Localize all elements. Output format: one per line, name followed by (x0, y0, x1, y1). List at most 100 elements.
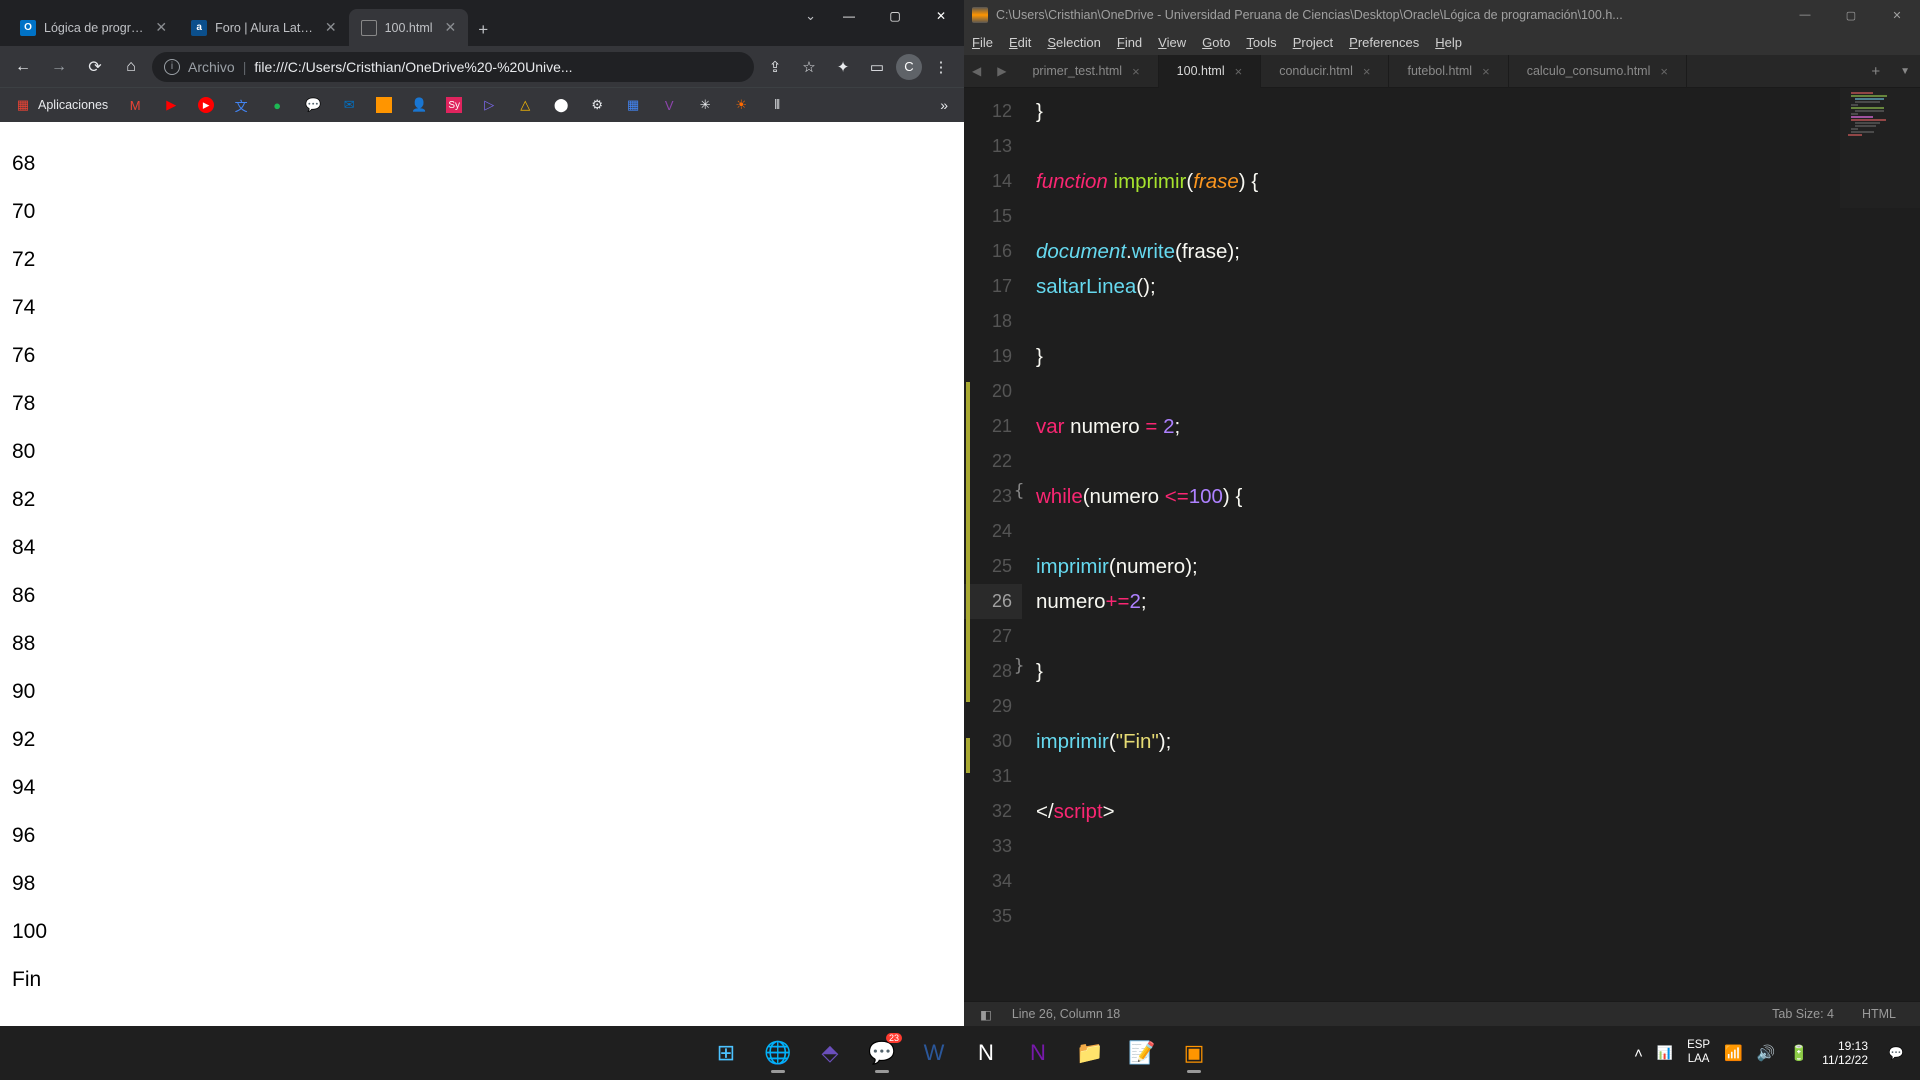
address-bar[interactable]: i Archivo | file:///C:/Users/Cristhian/O… (152, 52, 754, 82)
bookmark-youtube[interactable]: ▶ (156, 92, 186, 118)
editor-tab[interactable]: 100.html× (1159, 55, 1262, 88)
chrome-tab[interactable]: 100.html✕ (349, 9, 469, 46)
code-line[interactable] (1036, 864, 1920, 899)
back-button[interactable]: ← (8, 52, 38, 82)
home-button[interactable]: ⌂ (116, 52, 146, 82)
line-gutter[interactable]: 1213141516171819202122232425262728293031… (964, 88, 1022, 1001)
menu-help[interactable]: Help (1435, 35, 1462, 50)
tab-history-forward[interactable]: ▶ (989, 64, 1014, 78)
line-number[interactable]: 35 (964, 899, 1012, 934)
page-content[interactable]: 6668707274767880828486889092949698100Fin (0, 122, 964, 1026)
bookmark-settings-icon[interactable]: ⚙ (582, 92, 612, 118)
taskbar-explorer[interactable]: 📁 (1068, 1031, 1112, 1075)
menu-project[interactable]: Project (1293, 35, 1333, 50)
code-line[interactable]: </script> (1036, 794, 1920, 829)
bookmark-grid-icon[interactable]: ▦ (618, 92, 648, 118)
bookmark-github[interactable]: ⬤ (546, 92, 576, 118)
chrome-tab[interactable]: aForo | Alura Lat…✕ (179, 9, 348, 46)
bookmark-outlook[interactable]: ✉ (334, 92, 364, 118)
line-number[interactable]: 29 (964, 689, 1012, 724)
chrome-tab[interactable]: OLógica de progr…✕ (8, 9, 179, 46)
menu-view[interactable]: View (1158, 35, 1186, 50)
code-line[interactable]: saltarLinea(); (1036, 269, 1920, 304)
bookmark-play-icon[interactable]: ▷ (474, 92, 504, 118)
line-number[interactable]: 25 (964, 549, 1012, 584)
clock[interactable]: 19:1311/12/22 (1822, 1039, 1868, 1068)
code-line[interactable]: } (1036, 654, 1920, 689)
taskbar-whatsapp[interactable]: 💬23 (860, 1031, 904, 1075)
taskbar-notepad[interactable]: 📝 (1120, 1031, 1164, 1075)
taskbar-chrome[interactable]: 🌐 (756, 1031, 800, 1075)
bookmark-translate[interactable]: 文 (226, 92, 256, 118)
bookmark-barcode-icon[interactable]: ⦀ (762, 92, 792, 118)
sidebar-toggle-icon[interactable]: ◧ (974, 1007, 998, 1022)
code-line[interactable]: function imprimir(frase) { (1036, 164, 1920, 199)
bookmark-gmail[interactable]: M (120, 92, 150, 118)
sublime-close[interactable]: ✕ (1874, 0, 1920, 30)
line-number[interactable]: 32 (964, 794, 1012, 829)
taskbar-word[interactable]: W (912, 1031, 956, 1075)
code-line[interactable]: document.write(frase); (1036, 234, 1920, 269)
code-line[interactable] (1036, 304, 1920, 339)
volume-icon[interactable]: 🔊 (1757, 1044, 1776, 1062)
line-number[interactable]: 34 (964, 864, 1012, 899)
editor-area[interactable]: 1213141516171819202122232425262728293031… (964, 88, 1920, 1001)
bookmark-spotify[interactable]: ● (262, 92, 292, 118)
maximize-button[interactable]: ▢ (872, 0, 918, 32)
taskbar-notion[interactable]: N (964, 1031, 1008, 1075)
menu-selection[interactable]: Selection (1047, 35, 1100, 50)
tab-search-button[interactable]: ⌄ (805, 8, 816, 24)
bookmark-star-icon[interactable]: ✳ (690, 92, 720, 118)
line-number[interactable]: 28 (964, 654, 1012, 689)
editor-tab[interactable]: calculo_consumo.html× (1509, 55, 1687, 88)
code-line[interactable] (1036, 199, 1920, 234)
tab-close-icon[interactable]: ✕ (155, 19, 167, 36)
code-line[interactable]: numero+=2; (1036, 584, 1920, 619)
tab-close-icon[interactable]: × (1132, 64, 1140, 79)
minimap[interactable] (1840, 88, 1920, 208)
tray-overflow-icon[interactable]: ˄ (1634, 1045, 1643, 1062)
bookmark-drive[interactable]: △ (510, 92, 540, 118)
line-number[interactable]: 20 (964, 374, 1012, 409)
tab-close-icon[interactable]: × (1482, 64, 1490, 79)
editor-tab[interactable]: conducir.html× (1261, 55, 1389, 88)
tab-history-back[interactable]: ◀ (964, 64, 989, 78)
new-tab-button[interactable]: + (468, 14, 498, 46)
tab-close-icon[interactable]: ✕ (325, 19, 337, 36)
menu-edit[interactable]: Edit (1009, 35, 1031, 50)
line-number[interactable]: 30 (964, 724, 1012, 759)
line-number[interactable]: 22 (964, 444, 1012, 479)
tab-close-icon[interactable]: × (1363, 64, 1371, 79)
line-number[interactable]: 24 (964, 514, 1012, 549)
tab-close-icon[interactable]: × (1235, 64, 1243, 79)
sublime-tab-dropdown[interactable]: ▼ (1890, 66, 1920, 77)
extensions-icon[interactable]: ✦ (828, 52, 858, 82)
sublime-maximize[interactable]: ▢ (1828, 0, 1874, 30)
reload-button[interactable]: ⟳ (80, 52, 110, 82)
code-line[interactable] (1036, 514, 1920, 549)
share-icon[interactable]: ⇪ (760, 52, 790, 82)
bookmark-ytmusic[interactable]: ▸ (192, 93, 220, 117)
start-button[interactable]: ⊞ (704, 1031, 748, 1075)
wifi-icon[interactable]: 📶 (1724, 1044, 1743, 1062)
apps-button[interactable]: ▦ Aplicaciones (8, 92, 114, 118)
taskbar-onenote[interactable]: N (1016, 1031, 1060, 1075)
line-number[interactable]: 19 (964, 339, 1012, 374)
line-number[interactable]: 18 (964, 304, 1012, 339)
taskbar-vscode[interactable]: ⬘ (808, 1031, 852, 1075)
sublime-titlebar[interactable]: C:\Users\Cristhian\OneDrive - Universida… (964, 0, 1920, 30)
line-number[interactable]: 17 (964, 269, 1012, 304)
site-info-icon[interactable]: i (164, 59, 180, 75)
code-line[interactable] (1036, 619, 1920, 654)
line-number[interactable]: 27 (964, 619, 1012, 654)
code-line[interactable] (1036, 129, 1920, 164)
code-line[interactable]: } (1036, 339, 1920, 374)
code-line[interactable]: while(numero <=100) { (1036, 479, 1920, 514)
battery-icon[interactable]: 🔋 (1789, 1044, 1808, 1062)
close-button[interactable]: ✕ (918, 0, 964, 32)
code-line[interactable] (1036, 829, 1920, 864)
bookmark-symbolab[interactable]: Sy (440, 93, 468, 117)
chrome-menu-icon[interactable]: ⋮ (926, 52, 956, 82)
code-line[interactable] (1036, 689, 1920, 724)
line-number[interactable]: 33 (964, 829, 1012, 864)
